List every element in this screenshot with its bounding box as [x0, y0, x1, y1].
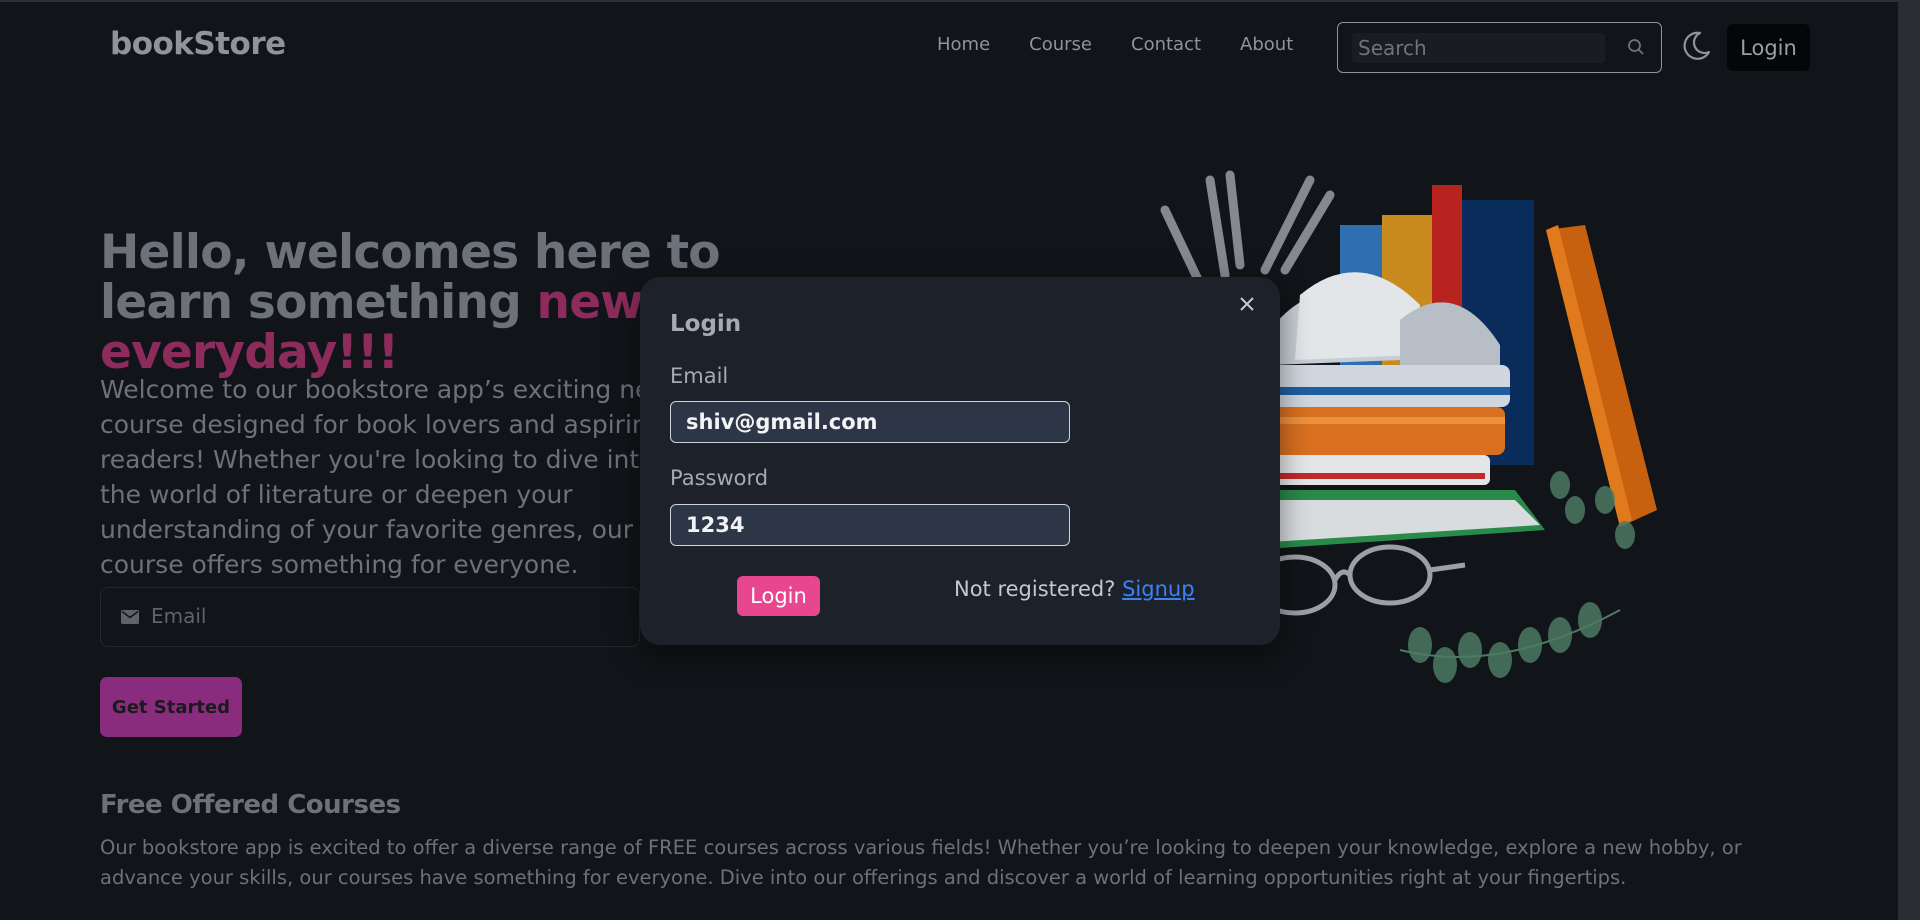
hero-email-placeholder: Email [151, 604, 207, 628]
email-field[interactable] [670, 401, 1070, 443]
close-icon[interactable] [1238, 295, 1256, 313]
signup-prompt: Not registered? Signup [954, 577, 1195, 601]
nav-link-home[interactable]: Home [937, 34, 990, 55]
email-label: Email [670, 364, 729, 388]
nav-link-about[interactable]: About [1240, 34, 1293, 55]
mail-icon [121, 610, 139, 624]
get-started-button[interactable]: Get Started [100, 677, 242, 737]
nav-login-button[interactable]: Login [1727, 24, 1810, 71]
search-box [1337, 22, 1662, 73]
nav-link-contact[interactable]: Contact [1131, 34, 1201, 55]
search-icon[interactable] [1626, 37, 1646, 57]
modal-title: Login [670, 311, 742, 337]
courses-title: Free Offered Courses [100, 790, 401, 820]
search-input[interactable] [1352, 33, 1605, 63]
hero-paragraph: Welcome to our bookstore app’s exciting … [100, 375, 671, 579]
password-field[interactable] [670, 504, 1070, 546]
scrollbar[interactable] [1898, 0, 1920, 920]
navbar: bookStore Home Course Contact About Logi… [0, 0, 1898, 90]
hero-email-field[interactable]: Email [100, 587, 640, 647]
not-registered-text: Not registered? [954, 577, 1116, 601]
courses-description: Our bookstore app is excited to offer a … [100, 836, 1742, 889]
modal-login-button[interactable]: Login [737, 576, 820, 616]
site-logo[interactable]: bookStore [110, 26, 286, 62]
moon-icon[interactable] [1678, 28, 1714, 64]
login-modal: Login Email Password Login Not registere… [640, 277, 1280, 645]
nav-links: Home Course Contact About [937, 34, 1332, 55]
password-label: Password [670, 466, 769, 490]
signup-link[interactable]: Signup [1122, 577, 1194, 601]
nav-link-course[interactable]: Course [1029, 34, 1092, 55]
